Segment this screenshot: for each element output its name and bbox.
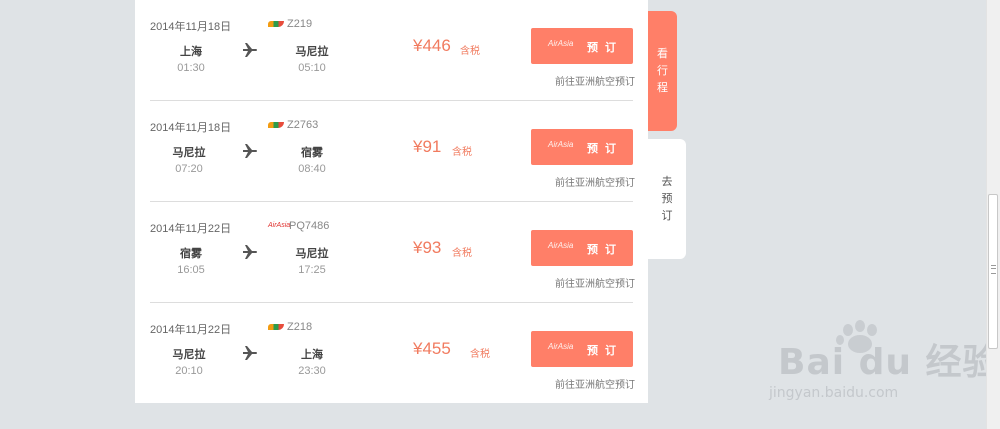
goto-airline-link[interactable]: 前往亚洲航空预订 (535, 174, 635, 189)
airline-logo-icon (268, 121, 284, 129)
book-button[interactable]: AirAsia 预 订 (531, 129, 633, 165)
flight-number-text: PQ7486 (289, 220, 330, 232)
airasia-script-logo-icon: AirAsia (268, 222, 291, 229)
departure-time: 01:30 (177, 62, 205, 74)
tab-char: 订 (661, 209, 673, 222)
airasia-logo-icon: AirAsia (548, 241, 574, 250)
book-button[interactable]: AirAsia 预 订 (531, 28, 633, 64)
plane-icon (243, 144, 257, 158)
tax-label: 含税 (452, 248, 472, 259)
flight-number: Z218 (268, 321, 312, 333)
flight-number-text: Z218 (287, 321, 313, 333)
flight-row: 2014年11月22日 Z218 马尼拉 20:10 上海 23:30 ¥455… (150, 303, 635, 403)
departure-time: 20:10 (175, 365, 203, 377)
tax-label: 含税 (470, 349, 490, 360)
tab-char: 行 (657, 64, 668, 77)
book-button-label: 预 订 (587, 345, 619, 357)
departure-city: 宿雾 (180, 248, 202, 260)
goto-airline-link[interactable]: 前往亚洲航空预订 (535, 376, 635, 391)
book-button[interactable]: AirAsia 预 订 (531, 331, 633, 367)
flight-number-text: Z2763 (287, 119, 319, 131)
departure-city: 马尼拉 (172, 147, 206, 159)
tab-char: 去 (661, 175, 673, 188)
price: ¥91 (413, 137, 442, 156)
flight-date: 2014年11月18日 (150, 122, 232, 134)
tax-label: 含税 (460, 46, 480, 57)
arrival-time: 23:30 (298, 365, 326, 377)
flight-results-card: 2014年11月18日 Z219 上海 01:30 马尼拉 05:10 ¥446… (135, 0, 648, 403)
departure-city: 马尼拉 (172, 349, 206, 361)
departure-city: 上海 (180, 46, 202, 58)
price: ¥93 (413, 238, 442, 257)
flight-date: 2014年11月18日 (150, 21, 232, 33)
arrival-city: 马尼拉 (295, 248, 329, 260)
baidu-watermark-text: Bai du 经验 (778, 342, 1000, 383)
scrollbar-grip-icon (991, 265, 996, 274)
arrival-city: 宿雾 (301, 147, 323, 159)
airasia-logo-icon: AirAsia (548, 342, 574, 351)
flight-row: 2014年11月18日 Z219 上海 01:30 马尼拉 05:10 ¥446… (150, 0, 635, 100)
price: ¥446 (413, 36, 451, 55)
go-book-tab[interactable]: 去 预 订 (648, 139, 686, 259)
goto-airline-link[interactable]: 前往亚洲航空预订 (535, 275, 635, 290)
flight-row: 2014年11月22日 AirAsia PQ7486 宿雾 16:05 马尼拉 … (150, 202, 635, 302)
arrival-city: 上海 (301, 349, 323, 361)
tax-label: 含税 (452, 147, 472, 158)
flight-row: 2014年11月18日 Z2763 马尼拉 07:20 宿雾 08:40 ¥91… (150, 101, 635, 201)
plane-icon (243, 43, 257, 57)
tab-char: 程 (657, 81, 668, 94)
tab-char: 预 (661, 192, 673, 205)
book-button-label: 预 订 (587, 42, 619, 54)
arrival-time: 05:10 (298, 62, 326, 74)
airasia-logo-icon: AirAsia (548, 39, 574, 48)
book-button-label: 预 订 (587, 143, 619, 155)
arrival-city: 马尼拉 (295, 46, 329, 58)
goto-airline-link[interactable]: 前往亚洲航空预订 (535, 73, 635, 88)
plane-icon (243, 346, 257, 360)
view-itinerary-tab[interactable]: 看 行 程 (648, 11, 677, 131)
arrival-time: 08:40 (298, 163, 326, 175)
tab-char: 看 (657, 47, 668, 60)
plane-icon (243, 245, 257, 259)
price: ¥455 (413, 339, 451, 358)
flight-date: 2014年11月22日 (150, 223, 232, 235)
baidu-watermark-url: jingyan.baidu.com (769, 385, 899, 401)
arrival-time: 17:25 (298, 264, 326, 276)
flight-number: Z219 (268, 18, 312, 30)
flight-number: AirAsia PQ7486 (268, 220, 329, 232)
airline-logo-icon (268, 323, 284, 331)
book-button-label: 预 订 (587, 244, 619, 256)
airline-logo-icon (268, 20, 284, 28)
flight-date: 2014年11月22日 (150, 324, 232, 336)
departure-time: 07:20 (175, 163, 203, 175)
book-button[interactable]: AirAsia 预 订 (531, 230, 633, 266)
airasia-logo-icon: AirAsia (548, 140, 574, 149)
flight-number: Z2763 (268, 119, 318, 131)
footer-links-strip (135, 416, 815, 429)
flight-number-text: Z219 (287, 18, 313, 30)
departure-time: 16:05 (177, 264, 205, 276)
